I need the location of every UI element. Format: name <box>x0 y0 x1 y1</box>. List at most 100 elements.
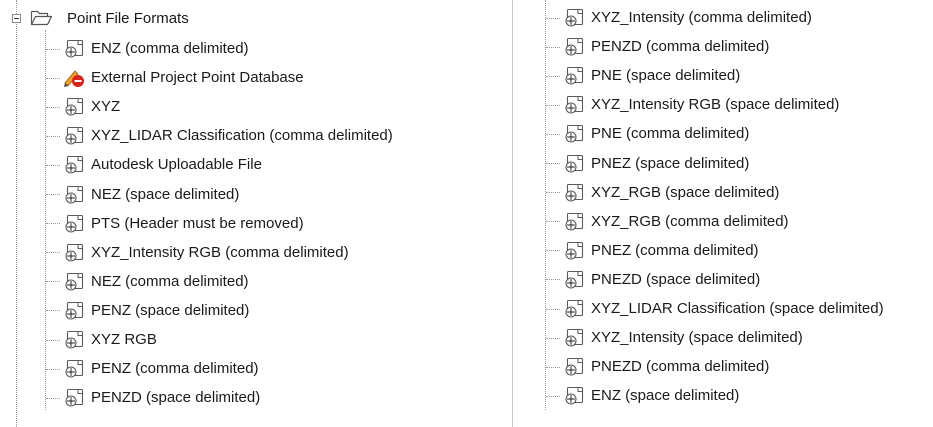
tree-connector <box>46 164 60 166</box>
tree-connector-root-below <box>16 24 17 427</box>
tree-connector <box>46 368 60 370</box>
tree-connector <box>546 133 560 135</box>
tree-item[interactable]: External Project Point Database <box>46 63 304 93</box>
tree-connector <box>46 397 60 399</box>
tree-item[interactable]: ENZ (space delimited) <box>546 381 739 411</box>
tree-item[interactable]: XYZ_LIDAR Classification (comma delimite… <box>46 121 393 151</box>
tree-item[interactable]: PENZD (comma delimited) <box>546 32 769 62</box>
tree-item-label: XYZ <box>91 98 121 116</box>
point-format-icon <box>563 182 585 204</box>
tree-connector <box>546 192 560 194</box>
point-format-icon <box>63 154 85 176</box>
tree-item[interactable]: XYZ_Intensity RGB (space delimited) <box>546 90 839 120</box>
folder-open-icon <box>30 8 54 28</box>
tree-item-label: ENZ (space delimited) <box>591 387 740 405</box>
point-format-icon <box>63 242 85 264</box>
collapse-toggle-icon[interactable] <box>12 14 21 23</box>
tree-item[interactable]: PTS (Header must be removed) <box>46 209 304 239</box>
point-format-icon <box>563 94 585 116</box>
point-format-icon <box>63 213 85 235</box>
point-format-icon <box>563 36 585 58</box>
point-format-icon <box>63 271 85 293</box>
point-format-icon <box>63 387 85 409</box>
tree-item[interactable]: NEZ (space delimited) <box>46 180 239 210</box>
point-format-icon <box>63 358 85 380</box>
point-format-icon <box>563 356 585 378</box>
tree-item-label: Autodesk Uploadable File <box>91 156 262 174</box>
tree-connector <box>46 281 60 283</box>
tree-connector <box>46 310 60 312</box>
tree-connector <box>546 279 560 281</box>
tree-item[interactable]: XYZ_RGB (comma delimited) <box>546 207 789 237</box>
point-format-icon <box>563 298 585 320</box>
tree-connector <box>46 339 60 341</box>
tree-connector <box>546 395 560 397</box>
tree-connector <box>46 252 60 254</box>
tree-connector <box>546 337 560 339</box>
point-format-icon <box>563 269 585 291</box>
point-format-icon <box>63 300 85 322</box>
tree-item[interactable]: Autodesk Uploadable File <box>46 150 262 180</box>
tree-item[interactable]: PNE (space delimited) <box>546 61 740 91</box>
point-format-icon <box>563 385 585 407</box>
point-format-icon <box>63 125 85 147</box>
tree-item-label: NEZ (comma delimited) <box>91 272 249 290</box>
tree-item[interactable]: ENZ (comma delimited) <box>46 34 249 64</box>
tree-connector <box>546 250 560 252</box>
tree-item-label: ENZ (comma delimited) <box>91 40 249 57</box>
tree-connector <box>46 194 60 195</box>
tree-connector <box>546 366 560 368</box>
tree-item-label: XYZ RGB <box>91 331 157 348</box>
tree-item[interactable]: PENZD (space delimited) <box>46 383 260 413</box>
tree-item[interactable]: XYZ_RGB (space delimited) <box>546 178 779 208</box>
tree-item[interactable]: XYZ <box>46 92 120 122</box>
point-format-icon <box>563 153 585 175</box>
point-format-icon <box>63 184 85 206</box>
group-label-point-file-formats[interactable]: Point File Formats <box>67 4 189 34</box>
tree-connector-root <box>16 0 17 14</box>
point-format-icon <box>63 329 85 351</box>
tree-item-label: XYZ_Intensity (space delimited) <box>591 329 803 347</box>
tree-connector <box>546 221 560 223</box>
tree-item-label: External Project Point Database <box>91 69 304 87</box>
tree-item-label: XYZ_LIDAR Classification (comma delimite… <box>91 127 393 145</box>
tree-connector <box>546 308 560 310</box>
tree-item-label: PENZD (space delimited) <box>91 389 261 407</box>
tree-item-label: PNE (space delimited) <box>591 67 741 85</box>
tree-connector <box>46 48 60 50</box>
tree-item[interactable]: PNEZD (space delimited) <box>546 265 760 295</box>
tree-item-label: PNEZ (space delimited) <box>591 154 750 172</box>
tree-connector <box>546 75 560 77</box>
tree-item[interactable]: XYZ_Intensity (space delimited) <box>546 323 803 353</box>
tree-item[interactable]: XYZ_LIDAR Classification (space delimite… <box>546 294 884 324</box>
tree-connector <box>46 106 60 108</box>
tree-item[interactable]: NEZ (comma delimited) <box>46 267 249 297</box>
tree-item[interactable]: PNE (comma delimited) <box>546 119 749 149</box>
tree-item[interactable]: PNEZD (comma delimited) <box>546 352 769 382</box>
tree-item[interactable]: XYZ_Intensity RGB (comma delimited) <box>46 238 349 268</box>
tree-item[interactable]: PENZ (space delimited) <box>46 296 249 326</box>
tree-item-label: PTS (Header must be removed) <box>91 214 304 232</box>
tree-item-label: XYZ_Intensity RGB (space delimited) <box>591 96 840 114</box>
tree-connector <box>546 104 560 106</box>
tree-item[interactable]: XYZ RGB <box>46 325 157 355</box>
tree-item[interactable]: PENZ (comma delimited) <box>46 354 259 384</box>
tree-item[interactable]: XYZ_Intensity (comma delimited) <box>546 3 812 33</box>
point-format-icon <box>563 123 585 145</box>
tree-item-label: XYZ_Intensity (comma delimited) <box>591 9 812 26</box>
tree-item-label: XYZ_LIDAR Classification (space delimite… <box>591 300 884 317</box>
tree-item-label: PNEZD (comma delimited) <box>591 358 770 376</box>
tree-pane-right: XYZ_Intensity (comma delimited) PENZD (co… <box>520 0 933 427</box>
tree-item[interactable]: PNEZ (space delimited) <box>546 149 749 179</box>
point-format-icon <box>63 96 85 118</box>
tree-item-label: PNEZ (comma delimited) <box>591 241 759 259</box>
point-format-icon <box>563 327 585 349</box>
tree-connector <box>546 46 560 48</box>
tree-connector <box>46 135 60 137</box>
point-format-icon <box>563 240 585 262</box>
point-format-icon <box>63 38 85 60</box>
tree-item-label: PENZD (comma delimited) <box>591 38 770 56</box>
tree-connector <box>46 77 60 79</box>
tree-connector <box>546 163 560 164</box>
tree-item[interactable]: PNEZ (comma delimited) <box>546 236 759 266</box>
